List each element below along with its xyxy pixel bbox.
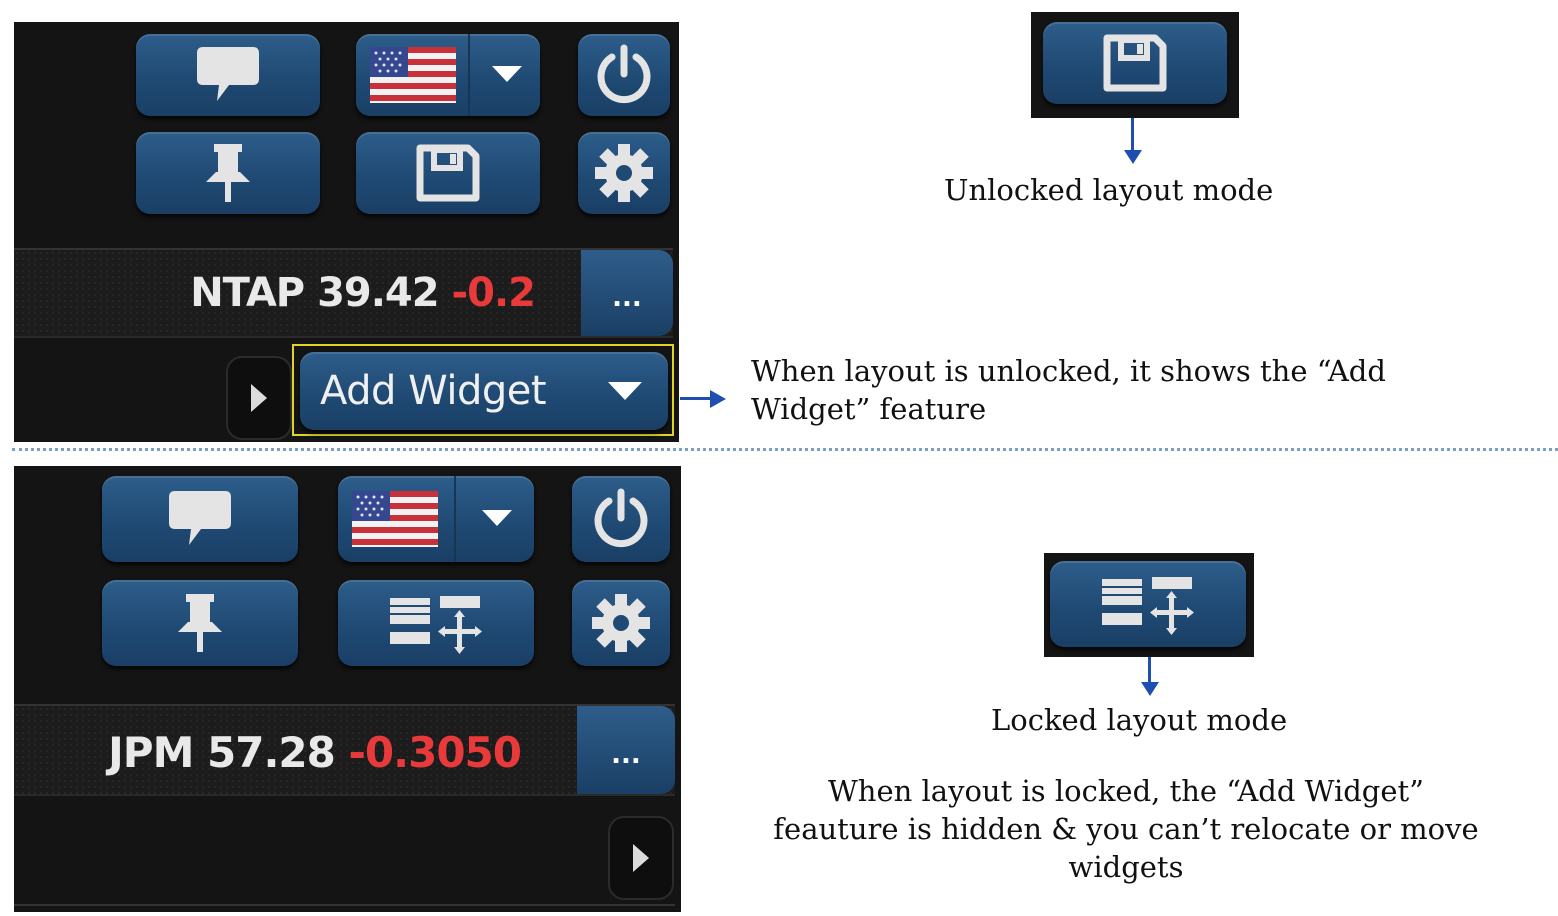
ticker-symbol: NTAP <box>190 270 305 316</box>
expand-arrow-button[interactable] <box>608 816 674 900</box>
layout-move-icon <box>1102 577 1194 635</box>
unlocked-icon-frame <box>1031 12 1239 118</box>
power-button[interactable] <box>572 476 670 562</box>
locked-layout-button <box>1050 561 1246 647</box>
unlocked-description-line1: When layout is unlocked, it shows the “A… <box>751 354 1386 388</box>
top-toolbar-panel: NTAP 39.42 -0.2 ... Add Widget <box>14 22 679 442</box>
caret-down-icon <box>492 66 522 82</box>
dropdown-divider <box>454 476 456 562</box>
caret-right-icon <box>251 384 267 412</box>
power-icon <box>597 44 651 104</box>
language-dropdown[interactable] <box>356 34 540 116</box>
add-widget-dropdown[interactable]: Add Widget <box>300 352 668 430</box>
floppy-disk-icon <box>1103 34 1167 92</box>
add-widget-pointer-head <box>710 390 726 408</box>
locked-description-line1: When layout is locked, the “Add Widget” <box>827 774 1424 808</box>
section-divider <box>12 448 1558 451</box>
unlocked-pointer-line <box>1131 118 1134 154</box>
add-widget-label: Add Widget <box>320 368 547 414</box>
locked-icon-frame <box>1044 553 1254 657</box>
bottom-toolbar-panel: JPM 57.28 -0.3050 ... <box>14 466 681 912</box>
ticker-quote: JPM 57.28 -0.3050 <box>108 728 522 777</box>
ticker-price: 39.42 <box>317 270 440 316</box>
ticker-price: 57.28 <box>207 728 336 777</box>
unlocked-pointer-head <box>1124 150 1142 164</box>
locked-pointer-head <box>1141 682 1159 696</box>
caret-right-icon <box>633 844 649 872</box>
pin-button[interactable] <box>136 132 320 214</box>
pin-button[interactable] <box>102 580 298 666</box>
locked-description-line2: feauture is hidden & you can’t relocate … <box>773 812 1479 846</box>
caret-down-icon <box>608 382 642 400</box>
us-flag-icon <box>370 47 456 103</box>
ticker-quote: NTAP 39.42 -0.2 <box>190 270 536 316</box>
locked-description-line3: widgets <box>1068 850 1184 884</box>
power-button[interactable] <box>578 34 670 116</box>
chat-button[interactable] <box>102 476 298 562</box>
ticker-more-button[interactable]: ... <box>577 706 675 794</box>
ticker-bar: NTAP 39.42 -0.2 ... <box>14 248 673 338</box>
chat-button[interactable] <box>136 34 320 116</box>
add-widget-pointer-line <box>680 397 712 400</box>
ticker-more-button[interactable]: ... <box>581 250 673 336</box>
us-flag-icon <box>352 491 438 547</box>
caret-down-icon <box>482 510 512 526</box>
expand-arrow-button[interactable] <box>226 356 292 440</box>
gear-icon <box>592 594 650 652</box>
settings-button[interactable] <box>578 132 670 214</box>
power-icon <box>594 488 648 548</box>
unlocked-description-line2: Widget” feature <box>751 392 987 426</box>
ticker-symbol: JPM <box>108 728 194 777</box>
dropdown-divider <box>468 34 470 116</box>
pushpin-icon <box>178 594 222 652</box>
pushpin-icon <box>206 144 250 202</box>
gear-icon <box>595 144 653 202</box>
locked-pointer-line <box>1148 657 1151 685</box>
save-layout-button[interactable] <box>356 132 540 214</box>
bottom-edge-line <box>14 904 675 906</box>
floppy-disk-icon <box>416 144 480 202</box>
unlocked-mode-label: Unlocked layout mode <box>944 173 1274 207</box>
ticker-change: -0.2 <box>451 270 536 316</box>
locked-mode-label: Locked layout mode <box>991 703 1288 737</box>
speech-bubble-icon <box>197 47 259 101</box>
unlocked-save-button <box>1043 22 1227 104</box>
speech-bubble-icon <box>169 491 231 545</box>
ticker-change: -0.3050 <box>348 728 522 777</box>
ticker-bar: JPM 57.28 -0.3050 ... <box>14 704 675 796</box>
language-dropdown[interactable] <box>338 476 534 562</box>
layout-lock-button[interactable] <box>338 580 534 666</box>
layout-move-icon <box>390 596 482 654</box>
settings-button[interactable] <box>572 580 670 666</box>
